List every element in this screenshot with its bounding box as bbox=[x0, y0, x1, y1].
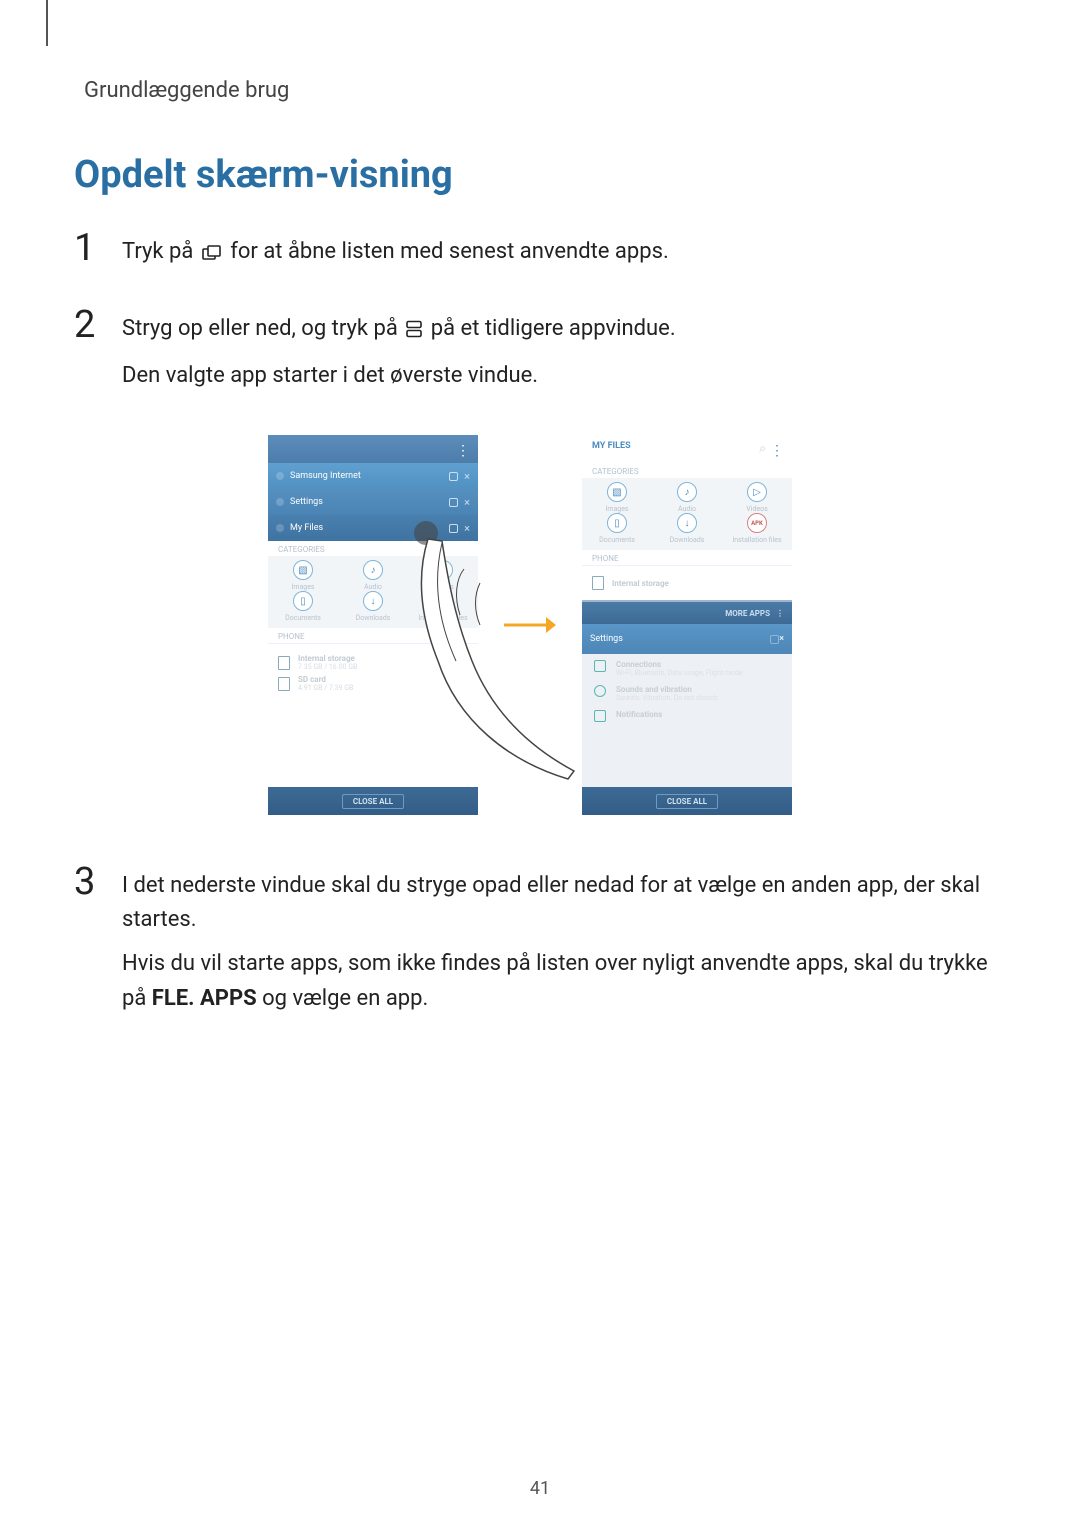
close-icon: × bbox=[464, 522, 470, 535]
audio-icon: ♪ bbox=[677, 482, 697, 502]
label: CATEGORIES bbox=[582, 463, 792, 478]
notifications-icon bbox=[594, 710, 606, 722]
label: Downloads bbox=[670, 536, 705, 544]
close-icon: × bbox=[779, 634, 784, 644]
search-icon: ⌕ bbox=[759, 441, 766, 456]
text: Stryg op eller ned, og tryk på bbox=[122, 316, 403, 341]
images-icon: ▧ bbox=[607, 482, 627, 502]
label: Images bbox=[291, 583, 314, 591]
page-title: Opdelt skærm-visning bbox=[74, 153, 1000, 197]
step-number: 1 bbox=[74, 229, 100, 282]
text: og vælge en app. bbox=[257, 986, 429, 1011]
apk-icon: APK bbox=[747, 513, 767, 533]
figure: ⋮ Samsung Internet× Settings× My Files× … bbox=[60, 435, 1000, 815]
text: SD card bbox=[298, 675, 353, 684]
step-3: 3 I det nederste vindue skal du stryge o… bbox=[74, 863, 1000, 1025]
label: Audio bbox=[364, 583, 382, 591]
text: Den valgte app starter i det øverste vin… bbox=[122, 359, 676, 393]
section-header: Grundlæggende brug bbox=[84, 78, 1000, 103]
text: Samsung Internet bbox=[290, 471, 361, 481]
label: PHONE bbox=[582, 550, 792, 565]
text-bold: FLE. APPS bbox=[152, 986, 257, 1011]
split-screen-icon bbox=[405, 315, 423, 349]
text: Settings bbox=[590, 634, 623, 644]
text: I det nederste vindue skal du stryge opa… bbox=[122, 869, 1000, 937]
videos-icon: ▷ bbox=[433, 560, 453, 580]
images-icon: ▧ bbox=[293, 560, 313, 580]
text: Wi-Fi, Bluetooth, Data usage, Flight mod… bbox=[616, 669, 743, 677]
title: MY FILES bbox=[592, 441, 631, 451]
apk-icon: APK bbox=[433, 591, 453, 611]
storage-icon bbox=[278, 656, 290, 670]
page-number: 41 bbox=[0, 1478, 1080, 1499]
label: Videos bbox=[746, 505, 767, 513]
label: Downloads bbox=[356, 614, 391, 622]
more-apps-label: MORE APPS bbox=[725, 609, 770, 618]
step-number: 3 bbox=[74, 863, 100, 1025]
sdcard-icon bbox=[278, 677, 290, 691]
text: Internal storage bbox=[298, 654, 357, 663]
text: Sounds and vibration bbox=[616, 685, 718, 694]
text: 7.35 GB / 16.00 GB bbox=[298, 663, 357, 671]
split-icon bbox=[449, 524, 458, 533]
text: på et tidligere appvindue. bbox=[431, 316, 676, 341]
mock-phone-right: MY FILES ⌕ ⋮ CATEGORIES ▧ Images ♪ Audio ▷… bbox=[582, 435, 792, 815]
videos-icon: ▷ bbox=[747, 482, 767, 502]
text: Connections bbox=[616, 660, 743, 669]
documents-icon: ▯ bbox=[293, 591, 313, 611]
text: Sounds, Vibration, Do not disturb bbox=[616, 694, 718, 702]
app-icon bbox=[276, 498, 284, 506]
close-icon: × bbox=[464, 470, 470, 483]
app-icon bbox=[276, 524, 284, 532]
label: Installation files bbox=[732, 536, 781, 544]
downloads-icon: ↓ bbox=[363, 591, 383, 611]
text: for at åbne listen med senest anvendte a… bbox=[230, 239, 669, 264]
label: Images bbox=[605, 505, 628, 513]
text: Settings bbox=[290, 497, 323, 507]
split-icon bbox=[449, 472, 458, 481]
more-icon: ⋮ bbox=[770, 443, 784, 459]
connections-icon bbox=[594, 660, 606, 672]
text: 4.91 GB / 7.39 GB bbox=[298, 684, 353, 692]
mock-phone-left: ⋮ Samsung Internet× Settings× My Files× … bbox=[268, 435, 478, 815]
label: Documents bbox=[599, 536, 635, 544]
close-icon: × bbox=[464, 496, 470, 509]
step-2: 2 Stryg op eller ned, og tryk på på et t… bbox=[74, 306, 1000, 403]
label: CATEGORIES bbox=[268, 541, 478, 556]
step-1: 1 Tryk på for at åbne listen med senest … bbox=[74, 229, 1000, 282]
recent-apps-icon bbox=[201, 238, 223, 272]
split-icon bbox=[770, 635, 779, 644]
label: Videos bbox=[432, 583, 453, 591]
label: PHONE bbox=[268, 628, 478, 643]
close-all-button: CLOSE ALL bbox=[342, 794, 404, 809]
storage-icon bbox=[592, 576, 604, 590]
text: Tryk på bbox=[122, 239, 199, 264]
documents-icon: ▯ bbox=[607, 513, 627, 533]
label: Audio bbox=[678, 505, 696, 513]
text: Notifications bbox=[616, 710, 662, 719]
app-icon bbox=[276, 472, 284, 480]
text: Internal storage bbox=[612, 579, 669, 588]
more-icon: ⋮ bbox=[456, 443, 470, 459]
downloads-icon: ↓ bbox=[677, 513, 697, 533]
split-icon bbox=[449, 498, 458, 507]
label: Installation files bbox=[418, 614, 467, 622]
arrow-right-icon bbox=[502, 614, 558, 636]
margin-rule bbox=[46, 0, 48, 46]
audio-icon: ♪ bbox=[363, 560, 383, 580]
sound-icon bbox=[594, 685, 606, 697]
close-all-button: CLOSE ALL bbox=[656, 794, 718, 809]
text: My Files bbox=[290, 523, 323, 533]
more-icon: ⋮ bbox=[776, 609, 784, 618]
step-number: 2 bbox=[74, 306, 100, 403]
label: Documents bbox=[285, 614, 321, 622]
